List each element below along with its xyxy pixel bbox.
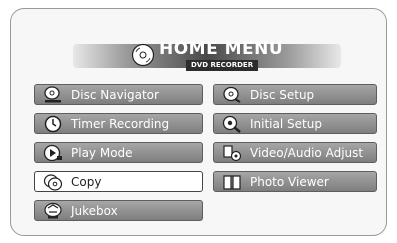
home-menu-screen: HOME MENU DVD RECORDER Disc Navigator Ti… [10,8,387,236]
menu-item-label: Video/Audio Adjust [250,145,364,160]
menu-item-label: Timer Recording [71,116,170,131]
clock-icon [42,115,64,133]
menu-item-label: Play Mode [71,145,133,160]
jukebox-icon [42,202,64,220]
menu-item-photo-viewer[interactable]: Photo Viewer [213,171,377,192]
dvd-disc-icon [131,43,155,67]
menu-item-label: Photo Viewer [250,174,329,189]
menu-subtitle: DVD RECORDER [186,60,259,71]
photo-viewer-icon [221,173,243,191]
disc-setup-icon [221,86,243,104]
menu-item-label: Initial Setup [250,116,322,131]
menu-item-disc-setup[interactable]: Disc Setup [213,84,377,105]
menu-title: HOME MENU [159,39,284,59]
menu-item-copy[interactable]: Copy [34,171,203,192]
menu-item-label: Copy [71,174,102,189]
menu-item-label: Disc Navigator [71,87,159,102]
menu-item-play-mode[interactable]: Play Mode [34,142,203,163]
copy-icon [42,173,64,191]
menu-item-label: Disc Setup [250,87,315,102]
menu-item-disc-navigator[interactable]: Disc Navigator [34,84,203,105]
menu-item-initial-setup[interactable]: Initial Setup [213,113,377,134]
initial-setup-icon [221,115,243,133]
menu-item-label: Jukebox [71,203,118,218]
menu-header: HOME MENU DVD RECORDER [129,36,289,76]
video-audio-adjust-icon [221,144,243,162]
disc-navigator-icon [42,85,64,104]
menu-item-timer-recording[interactable]: Timer Recording [34,113,203,134]
menu-item-video-audio-adjust[interactable]: Video/Audio Adjust [213,142,377,163]
play-mode-icon [42,144,64,162]
menu-item-jukebox[interactable]: Jukebox [34,200,203,221]
